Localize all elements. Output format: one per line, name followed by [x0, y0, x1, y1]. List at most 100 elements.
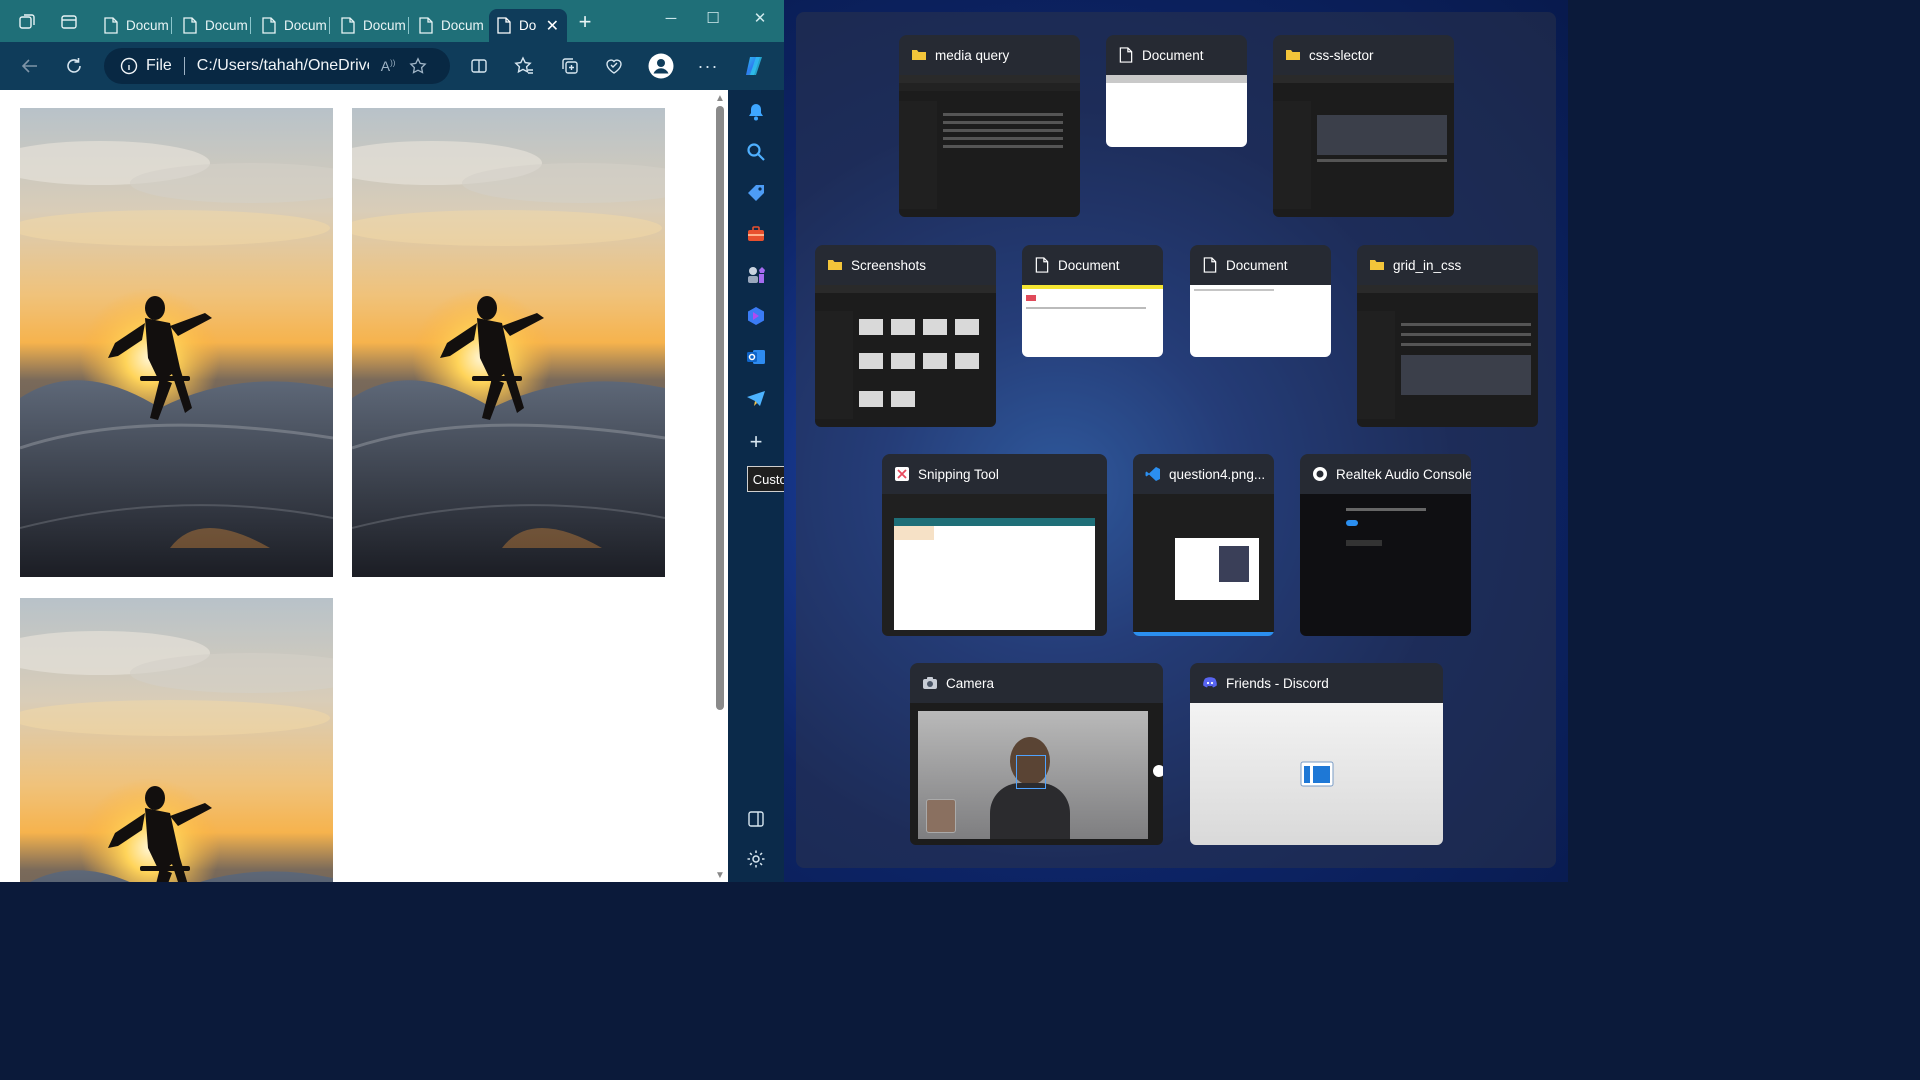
copilot-icon[interactable]	[741, 52, 769, 80]
document-icon	[104, 17, 118, 34]
window-card-snipping-tool[interactable]: Snipping Tool	[882, 454, 1107, 636]
tab-1[interactable]: Docum	[96, 9, 172, 42]
window-card-document-3[interactable]: Document	[1190, 245, 1331, 357]
window-card-document-2[interactable]: Document	[1022, 245, 1163, 357]
window-card-header: Friends - Discord	[1190, 663, 1443, 703]
games-icon[interactable]	[744, 263, 768, 287]
settings-gear-icon[interactable]	[744, 847, 768, 871]
discord-icon	[1203, 677, 1217, 688]
address-bar[interactable]: File C:/Users/tahah/OneDrive... A))	[104, 48, 450, 84]
tab-separator	[250, 17, 251, 34]
window-card-document-1[interactable]: Document	[1106, 35, 1247, 147]
customize-tooltip: Customize	[747, 466, 784, 492]
scroll-down-arrow-icon[interactable]: ▼	[715, 870, 725, 881]
tab-2[interactable]: Docum	[175, 9, 251, 42]
sunset-skater-image-1	[20, 108, 333, 577]
window-card-camera[interactable]: Camera	[910, 663, 1163, 845]
maximize-icon[interactable]: ☐	[698, 8, 728, 28]
window-card-header: media query	[899, 35, 1080, 75]
tab-3[interactable]: Docum	[254, 9, 330, 42]
window-card-header: Screenshots	[815, 245, 996, 285]
explorer-thumbnail	[1273, 75, 1454, 217]
window-card-header: Document	[1190, 245, 1331, 285]
document-icon	[419, 17, 433, 34]
new-tab-icon[interactable]: +	[572, 9, 598, 35]
telegram-plane-icon[interactable]	[744, 386, 768, 410]
add-icon[interactable]: +	[744, 429, 768, 454]
copilot-app-icon[interactable]	[744, 304, 768, 328]
window-card-media-query[interactable]: media query	[899, 35, 1080, 217]
window-card-grid-in-css[interactable]: grid_in_css	[1357, 245, 1538, 427]
realtek-thumbnail	[1300, 494, 1471, 636]
url-text[interactable]: C:/Users/tahah/OneDrive...	[197, 57, 369, 75]
vscode-icon	[1145, 467, 1160, 481]
search-icon[interactable]	[744, 140, 768, 164]
tab-label: Docum	[126, 18, 169, 33]
folder-icon	[1370, 260, 1384, 270]
tab-5[interactable]: Docum	[411, 9, 487, 42]
document-icon	[262, 17, 276, 34]
loading-window-icon	[1300, 761, 1334, 787]
shopping-tag-icon[interactable]	[744, 181, 768, 205]
page-content	[0, 90, 728, 882]
edge-browser-window: Docum Docum Docum Docum Docum Do ✕ + ─ ☐…	[0, 0, 784, 882]
tools-briefcase-icon[interactable]	[744, 222, 768, 246]
notifications-icon[interactable]	[744, 100, 768, 124]
tab-6-active[interactable]: Do ✕	[489, 9, 567, 42]
tab-4[interactable]: Docum	[333, 9, 409, 42]
document-icon	[497, 17, 511, 34]
document-thumbnail	[1106, 75, 1247, 147]
folder-icon	[1286, 50, 1300, 60]
back-icon[interactable]	[16, 52, 44, 80]
refresh-icon[interactable]	[60, 52, 88, 80]
window-card-header: Camera	[910, 663, 1163, 703]
vertical-scrollbar[interactable]: ▲ ▼	[713, 92, 727, 882]
window-card-header: Snipping Tool	[882, 454, 1107, 494]
explorer-thumbnail	[1357, 285, 1538, 427]
minimize-icon[interactable]: ─	[656, 8, 686, 28]
workspaces-icon[interactable]	[14, 9, 40, 35]
window-card-realtek-audio-console[interactable]: Realtek Audio Console	[1300, 454, 1471, 636]
tab-separator	[171, 17, 172, 34]
close-tab-icon[interactable]: ✕	[546, 16, 559, 36]
window-title: Friends - Discord	[1226, 675, 1329, 691]
read-aloud-icon[interactable]: A))	[381, 58, 396, 74]
file-scheme-label: File	[146, 57, 172, 74]
window-card-css-slector[interactable]: css-slector	[1273, 35, 1454, 217]
document-icon	[1203, 257, 1217, 273]
split-pane-icon[interactable]	[744, 807, 768, 831]
window-card-header: question4.png...	[1133, 454, 1274, 494]
scrollbar-thumb[interactable]	[716, 106, 724, 710]
window-card-vscode[interactable]: question4.png...	[1133, 454, 1274, 636]
tab-label: Docum	[441, 18, 484, 33]
info-icon[interactable]	[120, 57, 138, 75]
window-card-discord[interactable]: Friends - Discord	[1190, 663, 1443, 845]
snipping-tool-icon	[895, 467, 909, 481]
folder-icon	[912, 50, 926, 60]
browser-essentials-icon[interactable]	[600, 52, 628, 80]
document-icon	[1035, 257, 1049, 273]
scroll-up-arrow-icon[interactable]: ▲	[715, 93, 725, 104]
document-icon	[183, 17, 197, 34]
window-card-screenshots[interactable]: Screenshots	[815, 245, 996, 427]
profile-avatar-icon[interactable]	[647, 52, 675, 80]
split-screen-icon[interactable]	[465, 52, 493, 80]
tab-actions-icon[interactable]	[56, 9, 82, 35]
favorites-icon[interactable]	[510, 52, 538, 80]
window-title: css-slector	[1309, 47, 1374, 63]
window-card-header: Realtek Audio Console	[1300, 454, 1471, 494]
favorite-star-icon[interactable]	[409, 57, 428, 75]
vscode-thumbnail	[1133, 494, 1274, 636]
collections-icon[interactable]	[556, 52, 584, 80]
camera-preview-thumbnail	[910, 703, 1163, 845]
explorer-thumbnail	[899, 75, 1080, 217]
window-title: media query	[935, 47, 1010, 63]
window-card-header: Document	[1106, 35, 1247, 75]
document-icon	[341, 17, 355, 34]
close-window-icon[interactable]: ✕	[745, 8, 775, 28]
tab-separator	[329, 17, 330, 34]
outlook-icon[interactable]	[744, 345, 768, 369]
window-title: Camera	[946, 675, 995, 691]
discord-thumbnail	[1190, 703, 1443, 845]
more-options-icon[interactable]: ···	[694, 52, 722, 80]
